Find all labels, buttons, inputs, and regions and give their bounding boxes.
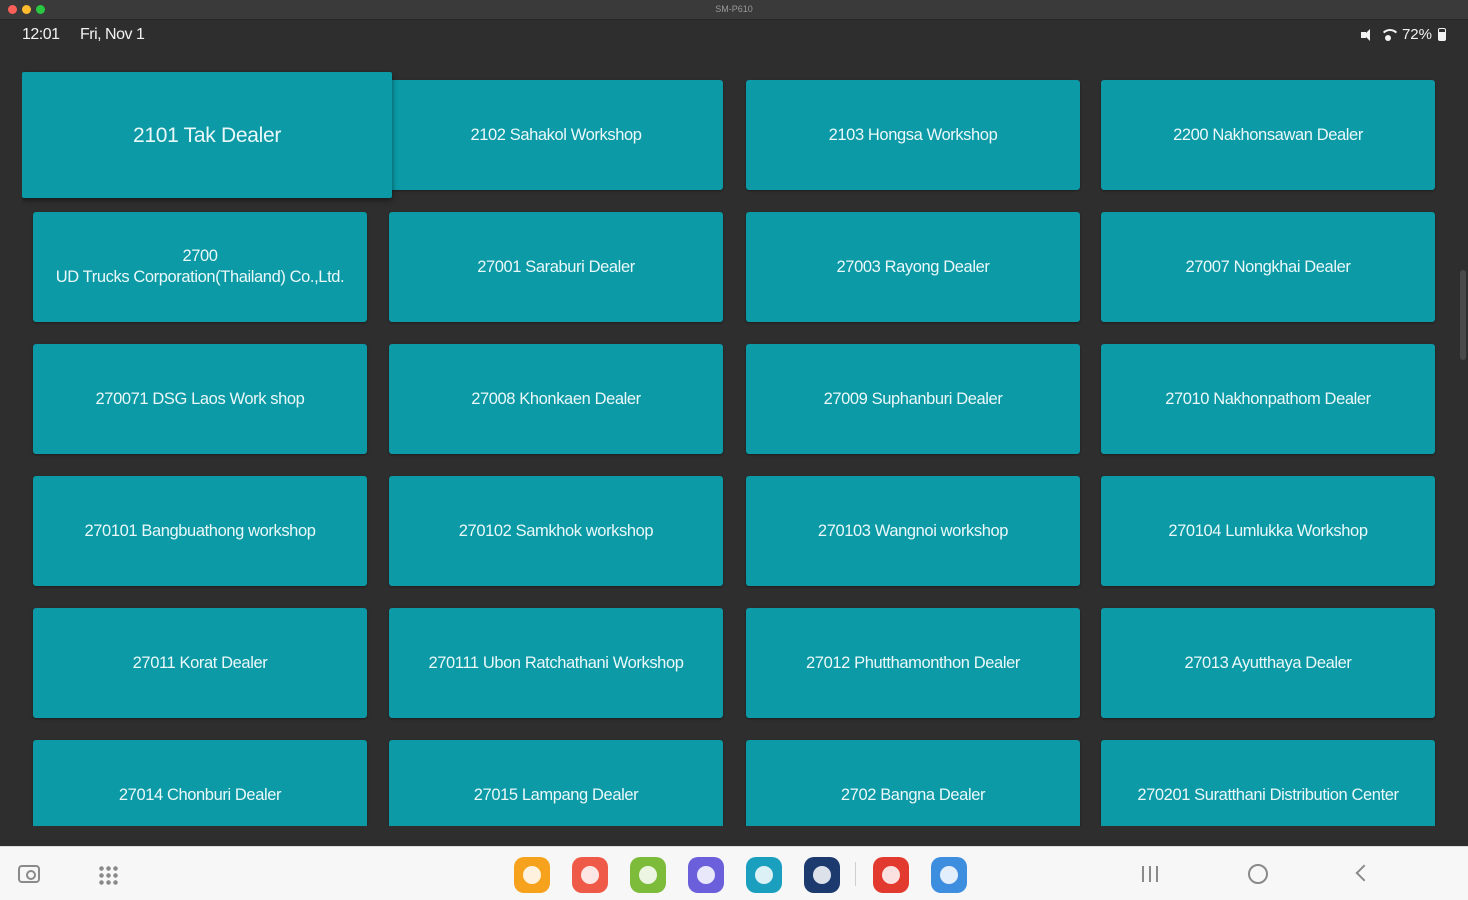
dealer-tile-label: 27013 Ayutthaya Dealer bbox=[1184, 653, 1352, 672]
dealer-tile[interactable]: 270104 Lumlukka Workshop bbox=[1101, 476, 1435, 586]
dealer-tile[interactable]: 270101 Bangbuathong workshop bbox=[33, 476, 367, 586]
dealer-tile-label: 27012 Phutthamonthon Dealer bbox=[806, 653, 1020, 672]
app-window: SM-P610 12:01 Fri, Nov 1 72% 2101 Tak De… bbox=[0, 0, 1468, 900]
dealer-tile-label: 2102 Sahakol Workshop bbox=[470, 125, 642, 144]
dealer-tile-label: 270071 DSG Laos Work shop bbox=[95, 389, 305, 408]
dealer-tile-label: 27003 Rayong Dealer bbox=[836, 257, 990, 276]
scrollbar[interactable] bbox=[1460, 270, 1466, 360]
dealer-tile[interactable]: 27010 Nakhonpathom Dealer bbox=[1101, 344, 1435, 454]
dealer-tile[interactable]: 2103 Hongsa Workshop bbox=[746, 80, 1080, 190]
dealer-tile[interactable]: 270111 Ubon Ratchathani Workshop bbox=[389, 608, 723, 718]
calendar-icon[interactable] bbox=[746, 857, 782, 893]
dealer-tile-label: 2101 Tak Dealer bbox=[132, 123, 282, 147]
dealer-tile[interactable]: 2101 Tak Dealer bbox=[22, 72, 392, 198]
dealer-tile-label: 270101 Bangbuathong workshop bbox=[84, 521, 316, 540]
settings-icon[interactable] bbox=[804, 857, 840, 893]
battery-icon bbox=[1438, 28, 1446, 41]
dealer-tile[interactable]: 270103 Wangnoi workshop bbox=[746, 476, 1080, 586]
dealer-tile[interactable]: 2700 UD Trucks Corporation(Thailand) Co.… bbox=[33, 212, 367, 322]
my-files-icon[interactable] bbox=[514, 857, 550, 893]
dealer-tile[interactable]: 270201 Suratthani Distribution Center bbox=[1101, 740, 1435, 826]
dealer-tile-label: 270111 Ubon Ratchathani Workshop bbox=[428, 653, 684, 672]
status-time: 12:01 bbox=[22, 26, 60, 43]
dealer-tile-label: 27008 Khonkaen Dealer bbox=[471, 389, 641, 408]
dealer-tile-label: 2702 Bangna Dealer bbox=[840, 785, 986, 804]
dealer-tile[interactable]: 27003 Rayong Dealer bbox=[746, 212, 1080, 322]
dealer-tile[interactable]: 27007 Nongkhai Dealer bbox=[1101, 212, 1435, 322]
dealer-tile-label: 2103 Hongsa Workshop bbox=[828, 125, 998, 144]
dealer-tile[interactable]: 270102 Samkhok workshop bbox=[389, 476, 723, 586]
dealer-tile-label: 27011 Korat Dealer bbox=[132, 653, 268, 672]
home-icon[interactable] bbox=[1248, 864, 1268, 884]
dealer-tile[interactable]: 27015 Lampang Dealer bbox=[389, 740, 723, 826]
battery-level: 72% bbox=[1401, 26, 1432, 43]
dealer-tile-label: 270103 Wangnoi workshop bbox=[817, 521, 1009, 540]
dealer-tile[interactable]: 2702 Bangna Dealer bbox=[746, 740, 1080, 826]
chrome-icon[interactable] bbox=[931, 857, 967, 893]
window-title-bar: SM-P610 bbox=[0, 0, 1468, 20]
dealer-tile[interactable]: 2200 Nakhonsawan Dealer bbox=[1101, 80, 1435, 190]
dealer-grid: 2101 Tak Dealer 2102 Sahakol Workshop 2103… bbox=[22, 70, 1446, 826]
dealer-tile-label: 27014 Chonburi Dealer bbox=[118, 785, 282, 804]
screen-capture-icon[interactable] bbox=[18, 865, 40, 883]
status-date: Fri, Nov 1 bbox=[80, 26, 145, 43]
dealer-tile[interactable]: 27011 Korat Dealer bbox=[33, 608, 367, 718]
dealer-tile-label: 2200 Nakhonsawan Dealer bbox=[1173, 125, 1363, 144]
dealer-tile[interactable]: 27009 Suphanburi Dealer bbox=[746, 344, 1080, 454]
dealer-tile-label: 27015 Lampang Dealer bbox=[473, 785, 639, 804]
app-icon[interactable] bbox=[873, 857, 909, 893]
recent-apps-icon[interactable] bbox=[1142, 866, 1162, 882]
dealer-tile-label: 27001 Saraburi Dealer bbox=[477, 257, 635, 276]
apps-grid-icon[interactable] bbox=[98, 865, 120, 887]
dealer-tile-label: 270102 Samkhok workshop bbox=[458, 521, 654, 540]
wifi-icon bbox=[1379, 28, 1400, 41]
dealer-tile[interactable]: 2102 Sahakol Workshop bbox=[389, 80, 723, 190]
dealer-tile[interactable]: 27012 Phutthamonthon Dealer bbox=[746, 608, 1080, 718]
dealer-tile[interactable]: 27014 Chonburi Dealer bbox=[33, 740, 367, 826]
dealer-tile-label: 27010 Nakhonpathom Dealer bbox=[1165, 389, 1371, 408]
dealer-tile-label: 27009 Suphanburi Dealer bbox=[823, 389, 1003, 408]
contacts-icon[interactable] bbox=[572, 857, 608, 893]
mute-icon bbox=[1360, 28, 1374, 42]
dealer-tile-label: 270104 Lumlukka Workshop bbox=[1168, 521, 1368, 540]
dealer-tile[interactable]: 27013 Ayutthaya Dealer bbox=[1101, 608, 1435, 718]
status-icons: 72% bbox=[1360, 26, 1446, 43]
taskbar-divider bbox=[855, 862, 856, 886]
dealer-tile-label: 27007 Nongkhai Dealer bbox=[1185, 257, 1351, 276]
window-title: SM-P610 bbox=[715, 4, 753, 14]
dealer-tile[interactable]: 270071 DSG Laos Work shop bbox=[33, 344, 367, 454]
messages-icon[interactable] bbox=[688, 857, 724, 893]
dealer-tile-label: 270201 Suratthani Distribution Center bbox=[1137, 785, 1399, 804]
calculator-icon[interactable] bbox=[630, 857, 666, 893]
status-bar: 12:01 Fri, Nov 1 72% bbox=[0, 20, 1468, 50]
dealer-tile-label: 2700 UD Trucks Corporation(Thailand) Co.… bbox=[55, 247, 345, 286]
dealer-tile[interactable]: 27008 Khonkaen Dealer bbox=[389, 344, 723, 454]
dealer-tile[interactable]: 27001 Saraburi Dealer bbox=[389, 212, 723, 322]
